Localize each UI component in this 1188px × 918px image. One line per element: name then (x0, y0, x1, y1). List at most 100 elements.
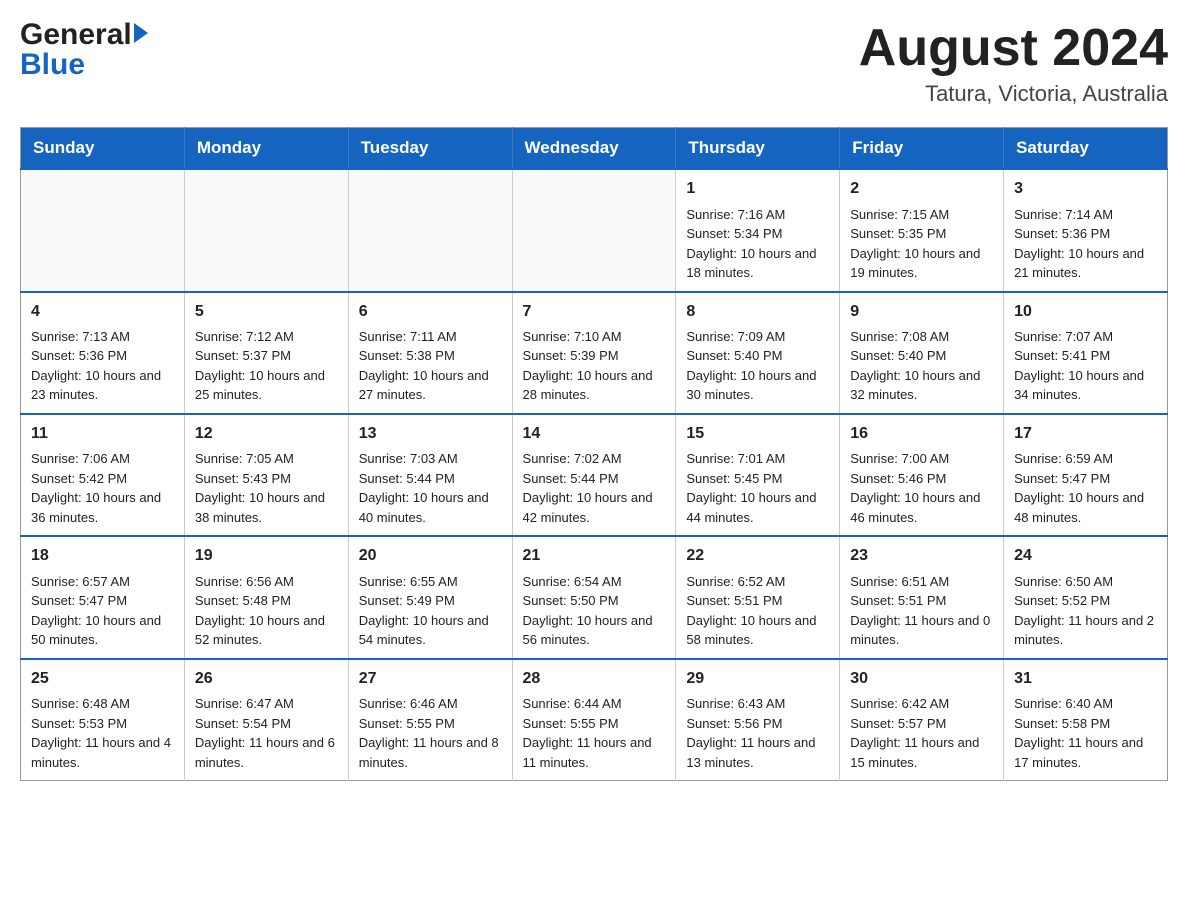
day-info: Sunrise: 6:40 AM Sunset: 5:58 PM Dayligh… (1014, 694, 1157, 772)
calendar-day-cell: 5 Sunrise: 7:12 AM Sunset: 5:37 PM Daylig… (184, 292, 348, 414)
day-info: Sunrise: 6:48 AM Sunset: 5:53 PM Dayligh… (31, 694, 174, 772)
day-info: Sunrise: 7:07 AM Sunset: 5:41 PM Dayligh… (1014, 327, 1157, 405)
day-info: Sunrise: 6:56 AM Sunset: 5:48 PM Dayligh… (195, 572, 338, 650)
calendar-day-cell: 11 Sunrise: 7:06 AM Sunset: 5:42 PM Dayli… (21, 414, 185, 536)
day-number: 18 (31, 545, 174, 567)
logo-blue-text: Blue (20, 48, 85, 81)
calendar-day-cell: 14Sunrise: 7:02 AM Sunset: 5:44 PM Dayli… (512, 414, 676, 536)
page-header: General Blue August 2024 Tatura, Victori… (20, 20, 1168, 107)
day-info: Sunrise: 6:46 AM Sunset: 5:55 PM Dayligh… (359, 694, 502, 772)
day-number: 5 (195, 301, 338, 323)
day-number: 13 (359, 423, 502, 445)
calendar-day-cell: 15Sunrise: 7:01 AM Sunset: 5:45 PM Dayli… (676, 414, 840, 536)
day-info: Sunrise: 6:54 AM Sunset: 5:50 PM Dayligh… (523, 572, 666, 650)
calendar-day-cell: 12 Sunrise: 7:05 AM Sunset: 5:43 PM Dayli… (184, 414, 348, 536)
calendar-day-cell: 24 Sunrise: 6:50 AM Sunset: 5:52 PM Dayli… (1004, 536, 1168, 658)
calendar-header-cell: Monday (184, 128, 348, 170)
calendar-day-cell: 31 Sunrise: 6:40 AM Sunset: 5:58 PM Dayli… (1004, 659, 1168, 781)
day-number: 30 (850, 668, 993, 690)
calendar-header-cell: Tuesday (348, 128, 512, 170)
month-title: August 2024 (859, 20, 1168, 77)
day-number: 31 (1014, 668, 1157, 690)
calendar-body: 1 Sunrise: 7:16 AM Sunset: 5:34 PM Daylig… (21, 169, 1168, 780)
day-number: 17 (1014, 423, 1157, 445)
calendar-day-cell: 22 Sunrise: 6:52 AM Sunset: 5:51 PM Dayli… (676, 536, 840, 658)
day-info: Sunrise: 7:08 AM Sunset: 5:40 PM Dayligh… (850, 327, 993, 405)
day-number: 12 (195, 423, 338, 445)
calendar-header-row: SundayMondayTuesdayWednesdayThursdayFrid… (21, 128, 1168, 170)
calendar-day-cell: 20Sunrise: 6:55 AM Sunset: 5:49 PM Dayli… (348, 536, 512, 658)
calendar-day-cell: 16 Sunrise: 7:00 AM Sunset: 5:46 PM Dayli… (840, 414, 1004, 536)
day-number: 27 (359, 668, 502, 690)
calendar-day-cell: 18 Sunrise: 6:57 AM Sunset: 5:47 PM Dayli… (21, 536, 185, 658)
calendar-day-cell: 21Sunrise: 6:54 AM Sunset: 5:50 PM Dayli… (512, 536, 676, 658)
day-info: Sunrise: 7:13 AM Sunset: 5:36 PM Dayligh… (31, 327, 174, 405)
calendar-day-cell: 2 Sunrise: 7:15 AM Sunset: 5:35 PM Daylig… (840, 169, 1004, 291)
day-info: Sunrise: 6:50 AM Sunset: 5:52 PM Dayligh… (1014, 572, 1157, 650)
day-number: 22 (686, 545, 829, 567)
day-number: 26 (195, 668, 338, 690)
calendar-header: SundayMondayTuesdayWednesdayThursdayFrid… (21, 128, 1168, 170)
calendar-day-cell: 7Sunrise: 7:10 AM Sunset: 5:39 PM Daylig… (512, 292, 676, 414)
calendar-header-cell: Saturday (1004, 128, 1168, 170)
calendar-day-cell: 27 Sunrise: 6:46 AM Sunset: 5:55 PM Dayli… (348, 659, 512, 781)
day-info: Sunrise: 6:57 AM Sunset: 5:47 PM Dayligh… (31, 572, 174, 650)
day-info: Sunrise: 7:16 AM Sunset: 5:34 PM Dayligh… (686, 205, 829, 283)
day-info: Sunrise: 7:02 AM Sunset: 5:44 PM Dayligh… (523, 449, 666, 527)
calendar-day-cell: 23Sunrise: 6:51 AM Sunset: 5:51 PM Dayli… (840, 536, 1004, 658)
calendar-week-row: 25 Sunrise: 6:48 AM Sunset: 5:53 PM Dayli… (21, 659, 1168, 781)
day-info: Sunrise: 7:00 AM Sunset: 5:46 PM Dayligh… (850, 449, 993, 527)
day-info: Sunrise: 7:14 AM Sunset: 5:36 PM Dayligh… (1014, 205, 1157, 283)
calendar-day-cell: 13 Sunrise: 7:03 AM Sunset: 5:44 PM Dayli… (348, 414, 512, 536)
day-number: 1 (686, 178, 829, 200)
calendar-header-cell: Friday (840, 128, 1004, 170)
day-number: 16 (850, 423, 993, 445)
day-info: Sunrise: 7:09 AM Sunset: 5:40 PM Dayligh… (686, 327, 829, 405)
calendar-day-cell: 3 Sunrise: 7:14 AM Sunset: 5:36 PM Daylig… (1004, 169, 1168, 291)
day-info: Sunrise: 7:05 AM Sunset: 5:43 PM Dayligh… (195, 449, 338, 527)
day-number: 11 (31, 423, 174, 445)
calendar-day-cell: 28Sunrise: 6:44 AM Sunset: 5:55 PM Dayli… (512, 659, 676, 781)
day-info: Sunrise: 6:52 AM Sunset: 5:51 PM Dayligh… (686, 572, 829, 650)
day-info: Sunrise: 7:15 AM Sunset: 5:35 PM Dayligh… (850, 205, 993, 283)
day-number: 24 (1014, 545, 1157, 567)
calendar-day-cell: 26 Sunrise: 6:47 AM Sunset: 5:54 PM Dayli… (184, 659, 348, 781)
day-info: Sunrise: 7:12 AM Sunset: 5:37 PM Dayligh… (195, 327, 338, 405)
logo-arrow-icon (134, 23, 148, 43)
calendar-day-cell: 29Sunrise: 6:43 AM Sunset: 5:56 PM Dayli… (676, 659, 840, 781)
day-info: Sunrise: 7:06 AM Sunset: 5:42 PM Dayligh… (31, 449, 174, 527)
title-section: August 2024 Tatura, Victoria, Australia (859, 20, 1168, 107)
day-number: 20 (359, 545, 502, 567)
calendar-day-cell: 10 Sunrise: 7:07 AM Sunset: 5:41 PM Dayli… (1004, 292, 1168, 414)
calendar-week-row: 11 Sunrise: 7:06 AM Sunset: 5:42 PM Dayli… (21, 414, 1168, 536)
day-info: Sunrise: 7:11 AM Sunset: 5:38 PM Dayligh… (359, 327, 502, 405)
calendar-table: SundayMondayTuesdayWednesdayThursdayFrid… (20, 127, 1168, 781)
calendar-day-cell: 4Sunrise: 7:13 AM Sunset: 5:36 PM Daylig… (21, 292, 185, 414)
calendar-day-cell (21, 169, 185, 291)
calendar-day-cell: 25 Sunrise: 6:48 AM Sunset: 5:53 PM Dayli… (21, 659, 185, 781)
calendar-day-cell (348, 169, 512, 291)
logo-general-text: General (20, 20, 132, 50)
calendar-day-cell: 1 Sunrise: 7:16 AM Sunset: 5:34 PM Daylig… (676, 169, 840, 291)
day-info: Sunrise: 6:59 AM Sunset: 5:47 PM Dayligh… (1014, 449, 1157, 527)
logo: General Blue (20, 20, 148, 80)
calendar-day-cell: 9 Sunrise: 7:08 AM Sunset: 5:40 PM Daylig… (840, 292, 1004, 414)
day-number: 10 (1014, 301, 1157, 323)
day-info: Sunrise: 6:47 AM Sunset: 5:54 PM Dayligh… (195, 694, 338, 772)
day-info: Sunrise: 7:03 AM Sunset: 5:44 PM Dayligh… (359, 449, 502, 527)
day-number: 29 (686, 668, 829, 690)
day-number: 2 (850, 178, 993, 200)
calendar-week-row: 18 Sunrise: 6:57 AM Sunset: 5:47 PM Dayli… (21, 536, 1168, 658)
day-number: 3 (1014, 178, 1157, 200)
day-number: 9 (850, 301, 993, 323)
location-title: Tatura, Victoria, Australia (859, 81, 1168, 107)
day-number: 25 (31, 668, 174, 690)
calendar-day-cell: 30Sunrise: 6:42 AM Sunset: 5:57 PM Dayli… (840, 659, 1004, 781)
calendar-header-cell: Wednesday (512, 128, 676, 170)
day-info: Sunrise: 6:44 AM Sunset: 5:55 PM Dayligh… (523, 694, 666, 772)
day-number: 6 (359, 301, 502, 323)
calendar-day-cell (184, 169, 348, 291)
calendar-header-cell: Thursday (676, 128, 840, 170)
calendar-day-cell: 17 Sunrise: 6:59 AM Sunset: 5:47 PM Dayli… (1004, 414, 1168, 536)
calendar-day-cell: 6 Sunrise: 7:11 AM Sunset: 5:38 PM Daylig… (348, 292, 512, 414)
